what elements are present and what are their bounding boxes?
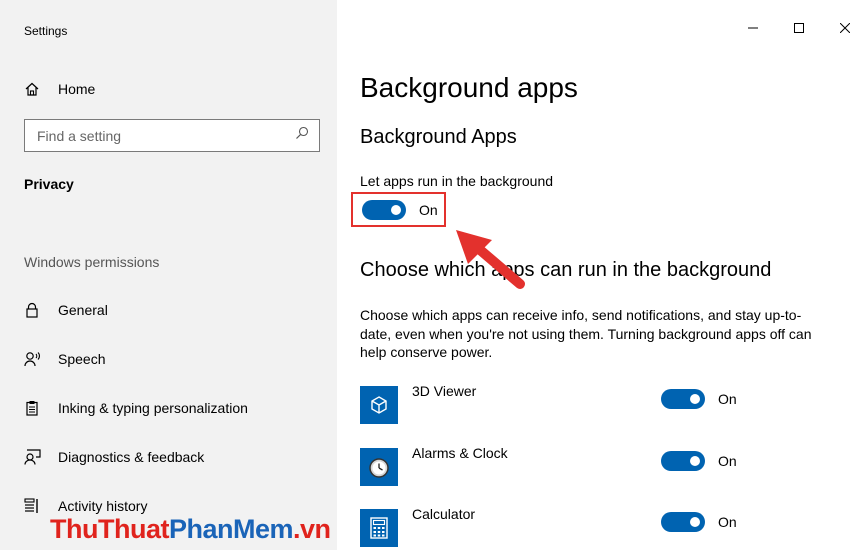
sidebar-item-label: Inking & typing personalization [58, 400, 248, 416]
background-apps-toggle[interactable] [362, 199, 406, 220]
sidebar-item-inking[interactable]: Inking & typing personalization [24, 396, 248, 420]
activity-history-icon [24, 498, 46, 514]
sidebar-item-label: Speech [58, 351, 106, 367]
app-toggle-calculator[interactable] [661, 512, 705, 532]
sidebar-item-diagnostics[interactable]: Diagnostics & feedback [24, 445, 204, 469]
feedback-icon [24, 449, 46, 465]
description: Choose which apps can receive info, send… [360, 307, 812, 360]
sidebar: Settings Home Privacy Windows permission… [0, 0, 337, 550]
main-content: Background apps Background Apps Let apps… [337, 0, 868, 550]
toggle-knob [690, 456, 700, 466]
page-title: Background apps [360, 72, 578, 103]
toggle-state: On [419, 201, 438, 218]
sidebar-item-label: Activity history [58, 498, 148, 514]
sidebar-item-general[interactable]: General [24, 298, 108, 322]
clock-icon [360, 448, 398, 486]
speech-icon [24, 351, 46, 367]
app-name: Calculator [412, 506, 476, 522]
app-name: 3D Viewer [412, 383, 477, 399]
app-toggle-alarms-clock[interactable] [661, 451, 705, 471]
list-item: Alarms & Clock On [360, 445, 780, 487]
sidebar-item-speech[interactable]: Speech [24, 347, 105, 371]
app-toggle-row: On [661, 389, 737, 409]
list-item: 3D Viewer On [360, 383, 780, 425]
app-toggle-row: On [661, 451, 737, 471]
sidebar-item-label: Home [58, 81, 96, 97]
lock-icon [24, 302, 46, 318]
sidebar-item-label: Diagnostics & feedback [58, 449, 205, 465]
background-toggle-label: Let apps run in the background [360, 173, 554, 189]
search-box[interactable] [24, 119, 320, 152]
toggle-state: On [718, 453, 737, 469]
calculator-icon [360, 509, 398, 547]
current-section: Privacy [24, 176, 74, 192]
watermark-part2: PhanMem [168, 514, 294, 544]
toggle-knob [391, 204, 401, 215]
sidebar-item-label: General [58, 302, 108, 318]
toggle-state: On [718, 391, 737, 407]
app-name: Alarms & Clock [412, 445, 508, 461]
toggle-state: On [718, 514, 737, 530]
watermark-part1: ThuThuat [50, 514, 169, 544]
group-label: Windows permissions [24, 254, 160, 270]
watermark: ThuThuatPhanMem.vn [50, 514, 331, 545]
choose-apps-title: Choose which apps can run in the backgro… [360, 259, 772, 281]
clipboard-icon [24, 400, 46, 416]
home-icon [24, 81, 46, 97]
list-item: Calculator On [360, 506, 780, 548]
background-apps-toggle-highlight: On [351, 192, 446, 227]
app-toggle-row: On [661, 512, 737, 532]
app-toggle-3d-viewer[interactable] [661, 389, 705, 409]
toggle-knob [690, 517, 700, 527]
section-title: Background Apps [360, 126, 517, 148]
cube-icon [360, 386, 398, 424]
toggle-knob [690, 394, 700, 404]
search-icon[interactable] [295, 126, 309, 145]
window-title: Settings [24, 24, 68, 38]
sidebar-item-home[interactable]: Home [24, 77, 95, 101]
watermark-part3: .vn [293, 514, 331, 544]
annotation-arrow-icon [456, 230, 525, 289]
search-input[interactable] [37, 127, 295, 144]
